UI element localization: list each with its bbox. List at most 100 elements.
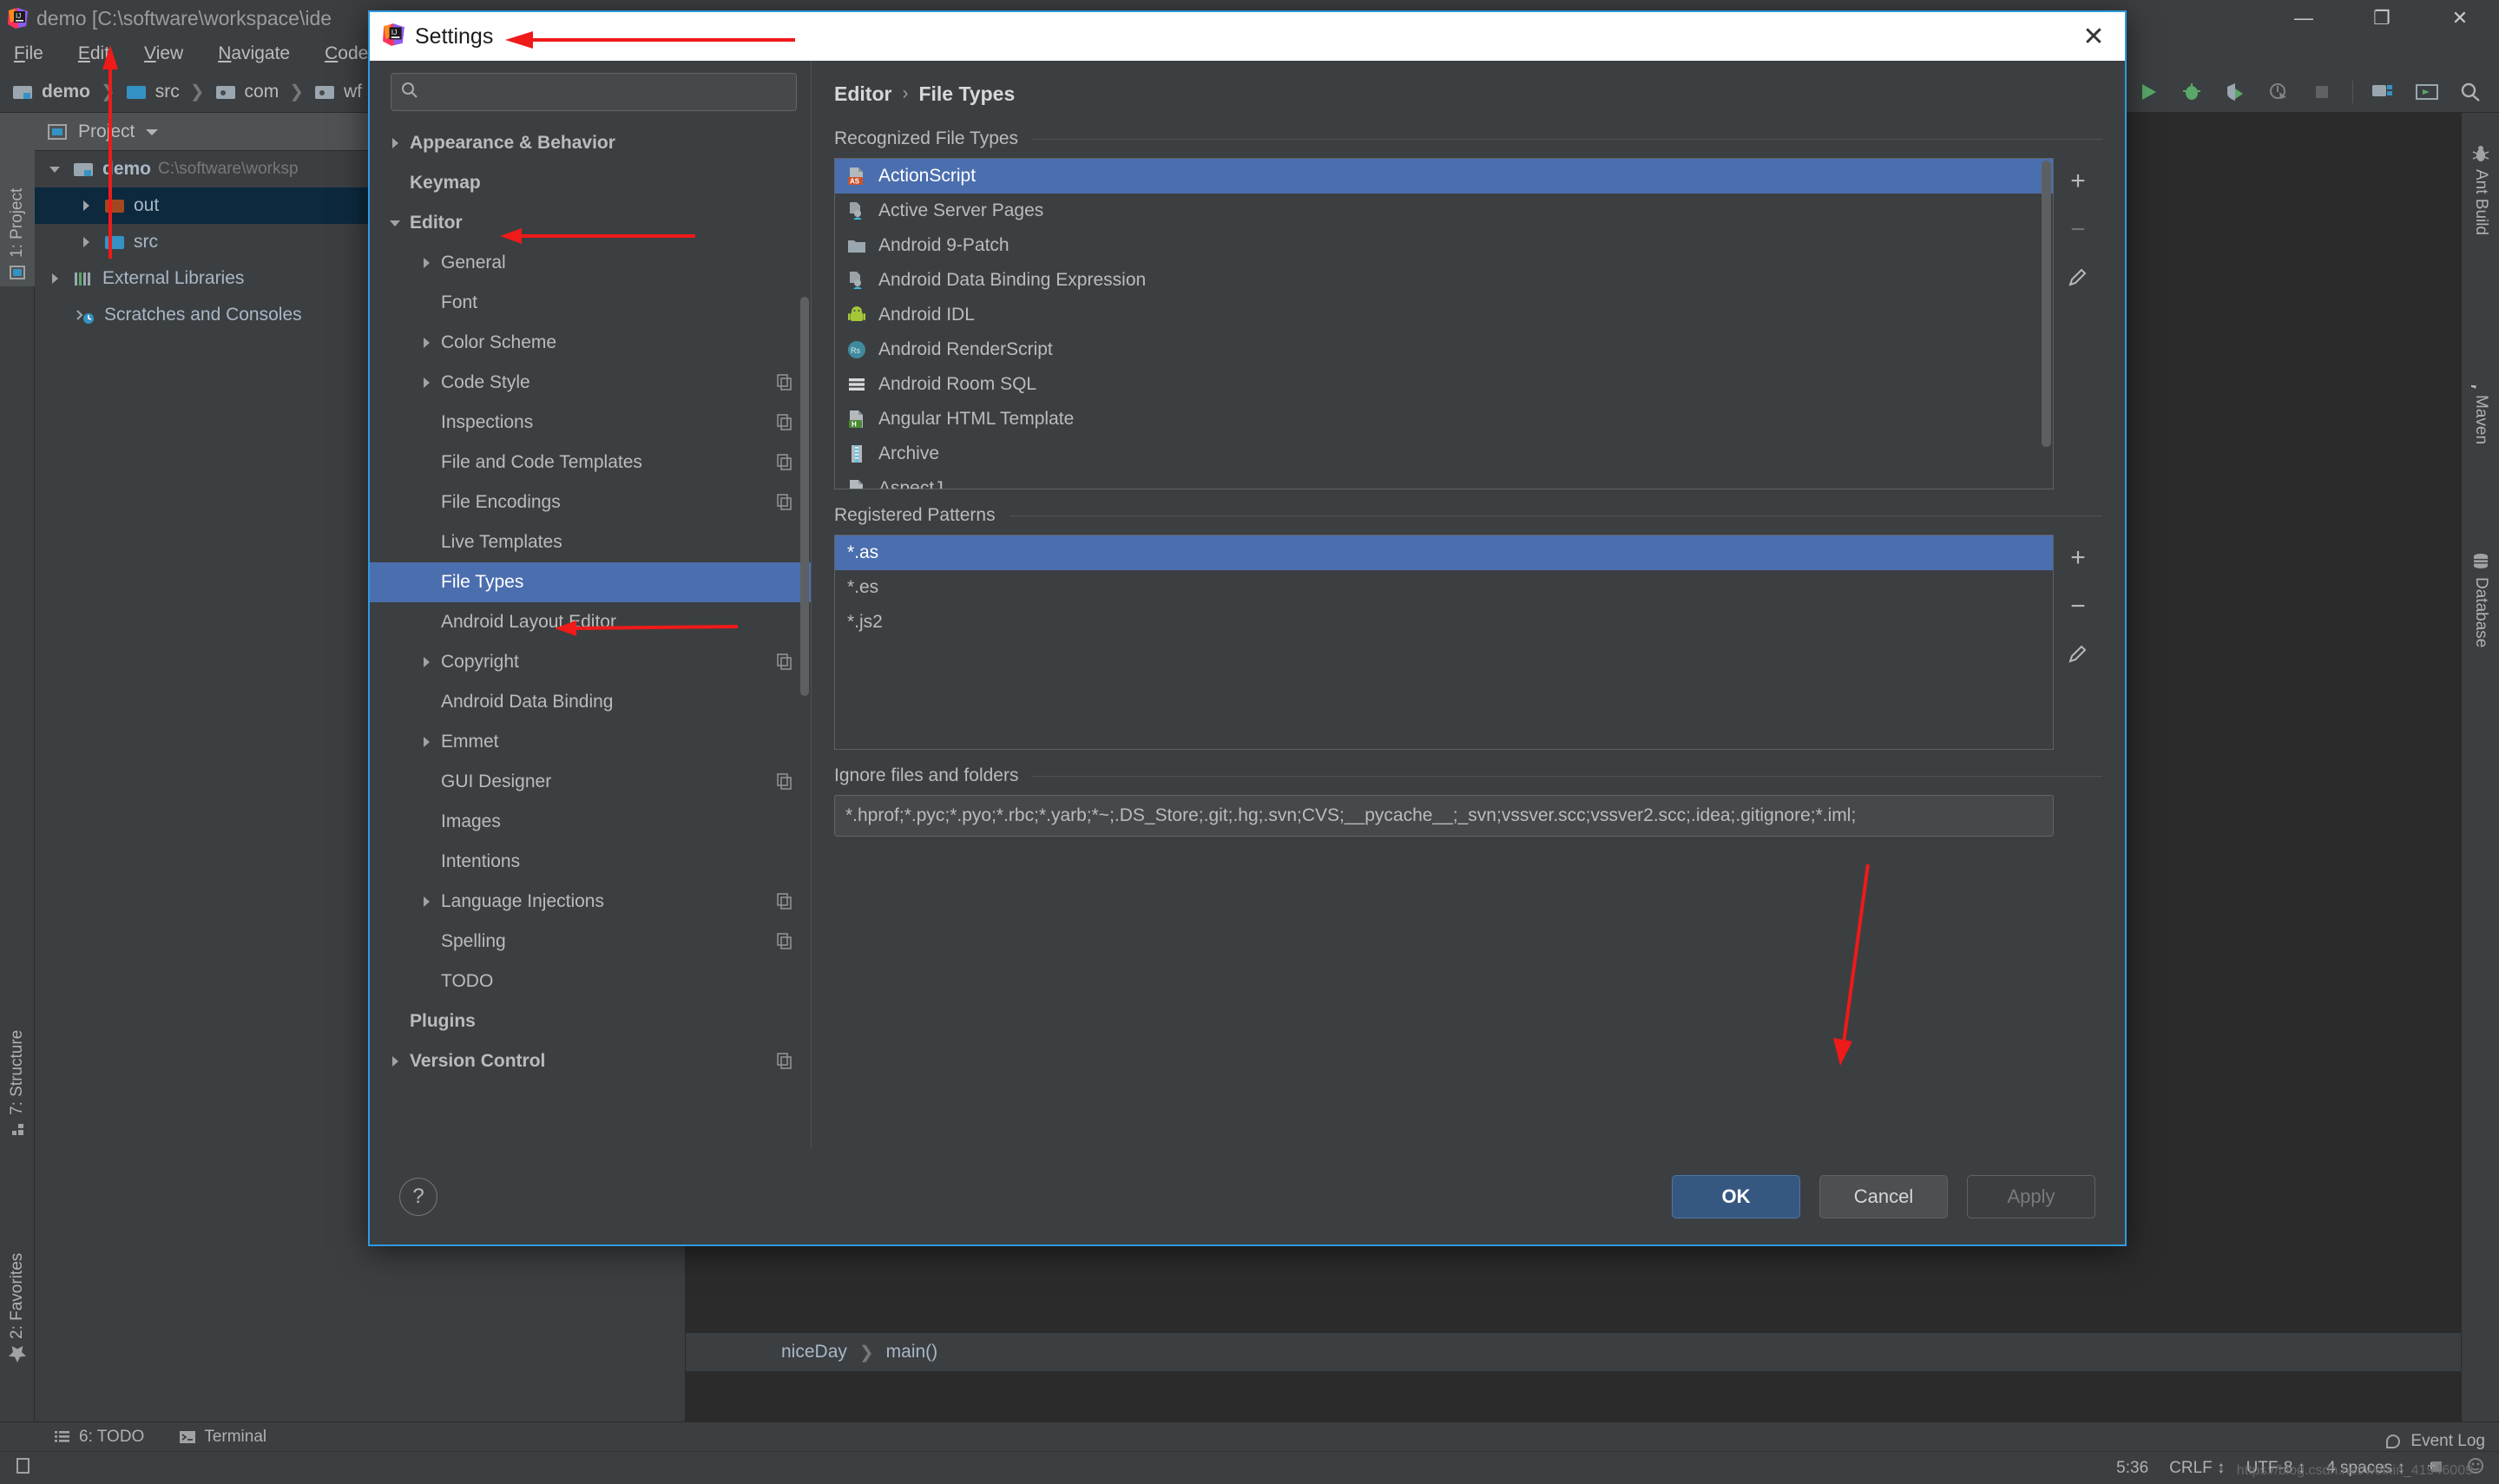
file-type-row[interactable]: Active Server Pages [835, 194, 2053, 228]
copy-settings-icon[interactable] [776, 373, 795, 392]
copy-settings-icon[interactable] [776, 932, 795, 951]
edit-pattern-button[interactable] [2062, 639, 2095, 672]
add-pattern-button[interactable]: + [2062, 542, 2095, 575]
settings-tree-item-spelling[interactable]: Spelling [370, 922, 811, 962]
settings-tree-item-language-injections[interactable]: Language Injections [370, 882, 811, 922]
pattern-row[interactable]: *.as [835, 535, 2053, 570]
settings-tree-item-android-layout-editor[interactable]: Android Layout Editor [370, 602, 811, 642]
settings-tree-item-code-style[interactable]: Code Style [370, 363, 811, 403]
close-icon[interactable]: ✕ [2068, 13, 2120, 60]
settings-tree-item-file-types[interactable]: File Types [370, 562, 811, 602]
sidebar-item-structure[interactable]: 7: Structure [0, 962, 35, 1144]
file-type-row[interactable]: H Angular HTML Template [835, 402, 2053, 437]
twisty-collapsed-icon[interactable] [380, 136, 410, 150]
twisty-collapsed-icon[interactable] [411, 895, 441, 909]
settings-tree-item-gui-designer[interactable]: GUI Designer [370, 762, 811, 802]
settings-search-box[interactable] [391, 73, 797, 111]
nav-crumb-com[interactable]: com [215, 82, 279, 102]
twisty-expanded-icon[interactable] [43, 162, 66, 176]
file-type-row[interactable]: Android IDL [835, 298, 2053, 332]
twisty-collapsed-icon[interactable] [75, 235, 97, 249]
file-type-row[interactable]: Rs Android RenderScript [835, 332, 2053, 367]
twisty-collapsed-icon[interactable] [411, 376, 441, 390]
search-everywhere-icon[interactable] [2457, 79, 2483, 105]
remove-pattern-button[interactable]: − [2062, 590, 2095, 623]
twisty-collapsed-icon[interactable] [411, 655, 441, 669]
sidebar-item-database[interactable]: Database [2462, 547, 2499, 720]
settings-tree-item-intentions[interactable]: Intentions [370, 842, 811, 882]
recognized-file-types-list[interactable]: AS ActionScript Active Server Pages Android… [834, 158, 2054, 489]
breadcrumb-item-niceday[interactable]: niceDay [781, 1342, 847, 1363]
event-log-button[interactable]: Event Log [2384, 1432, 2485, 1451]
twisty-collapsed-icon[interactable] [75, 199, 97, 213]
copy-settings-icon[interactable] [776, 413, 795, 432]
add-file-type-button[interactable]: + [2062, 165, 2095, 198]
pattern-row[interactable]: *.js2 [835, 605, 2053, 640]
chevron-down-icon[interactable] [143, 126, 161, 138]
settings-search-input[interactable] [426, 82, 787, 102]
copy-settings-icon[interactable] [776, 892, 795, 911]
sidebar-item-todo[interactable]: 6: TODO [54, 1428, 144, 1447]
settings-tree[interactable]: Appearance & Behavior Keymap Editor General… [370, 123, 811, 1149]
settings-tree-item-images[interactable]: Images [370, 802, 811, 842]
twisty-collapsed-icon[interactable] [411, 256, 441, 270]
nav-crumb-src[interactable]: src [126, 82, 180, 102]
help-button[interactable]: ? [399, 1178, 437, 1216]
file-type-row[interactable]: Android Data Binding Expression [835, 263, 2053, 298]
copy-settings-icon[interactable] [776, 1052, 795, 1071]
stop-icon[interactable] [2309, 79, 2335, 105]
settings-tree-item-file-encodings[interactable]: File Encodings [370, 483, 811, 522]
line-separator[interactable]: CRLF ↕ [2169, 1459, 2225, 1478]
copy-settings-icon[interactable] [776, 772, 795, 791]
file-type-row[interactable]: AJ AspectJ [835, 471, 2053, 489]
settings-tree-item-appearance-behavior[interactable]: Appearance & Behavior [370, 123, 811, 163]
copy-settings-icon[interactable] [776, 453, 795, 472]
file-type-row[interactable]: Android 9-Patch [835, 228, 2053, 263]
file-type-row[interactable]: Archive [835, 437, 2053, 471]
twisty-collapsed-icon[interactable] [411, 336, 441, 350]
settings-tree-item-file-and-code-templates[interactable]: File and Code Templates [370, 443, 811, 483]
settings-tree-scrollbar[interactable] [800, 297, 809, 696]
settings-tree-item-emmet[interactable]: Emmet [370, 722, 811, 762]
sidebar-item-project[interactable]: 1: Project [0, 113, 35, 286]
settings-tree-item-version-control[interactable]: Version Control [370, 1041, 811, 1081]
apply-button[interactable]: Apply [1967, 1175, 2095, 1218]
settings-tree-item-editor[interactable]: Editor [370, 203, 811, 243]
copy-settings-icon[interactable] [776, 493, 795, 512]
sidebar-item-ant-build[interactable]: Ant Build [2462, 139, 2499, 321]
settings-tree-item-font[interactable]: Font [370, 283, 811, 323]
feedback-face-icon[interactable] [2466, 1456, 2485, 1481]
twisty-collapsed-icon[interactable] [380, 1054, 410, 1068]
settings-tree-item-copyright[interactable]: Copyright [370, 642, 811, 682]
breadcrumb-item-main[interactable]: main() [886, 1342, 938, 1363]
file-type-row[interactable]: Android Room SQL [835, 367, 2053, 402]
settings-tree-item-plugins[interactable]: Plugins [370, 1001, 811, 1041]
open-terminal-icon[interactable] [2414, 79, 2440, 105]
settings-tree-item-color-scheme[interactable]: Color Scheme [370, 323, 811, 363]
settings-tree-item-keymap[interactable]: Keymap [370, 163, 811, 203]
add-to-vcs-icon[interactable] [2426, 1456, 2445, 1481]
registered-patterns-list[interactable]: *.as *.es *.js2 [834, 535, 2054, 750]
file-types-scrollbar[interactable] [2042, 161, 2051, 447]
ignore-files-input[interactable]: *.hprof;*.pyc;*.pyo;*.rbc;*.yarb;*~;.DS_… [834, 795, 2054, 837]
remove-file-type-button[interactable]: − [2062, 213, 2095, 246]
settings-tree-item-general[interactable]: General [370, 243, 811, 283]
run-icon[interactable] [2135, 79, 2161, 105]
maximize-icon[interactable]: ❐ [2343, 0, 2421, 36]
file-encoding[interactable]: UTF-8 ↕ [2246, 1459, 2306, 1478]
menu-edit[interactable]: Edit [73, 41, 115, 67]
profile-icon[interactable] [2266, 79, 2292, 105]
sidebar-item-maven[interactable]: m Maven [2462, 364, 2499, 512]
twisty-collapsed-icon[interactable] [43, 272, 66, 286]
debug-icon[interactable] [2179, 79, 2205, 105]
edit-file-type-button[interactable] [2062, 262, 2095, 295]
pattern-row[interactable]: *.es [835, 570, 2053, 605]
project-structure-icon[interactable] [2371, 79, 2397, 105]
breadcrumb-editor[interactable]: Editor [834, 82, 891, 106]
cancel-button[interactable]: Cancel [1819, 1175, 1948, 1218]
menu-navigate[interactable]: Navigate [213, 41, 295, 67]
caret-position[interactable]: 5:36 [2116, 1459, 2148, 1478]
menu-code[interactable]: Code [319, 41, 373, 67]
run-with-coverage-icon[interactable] [2222, 79, 2248, 105]
ok-button[interactable]: OK [1672, 1175, 1800, 1218]
